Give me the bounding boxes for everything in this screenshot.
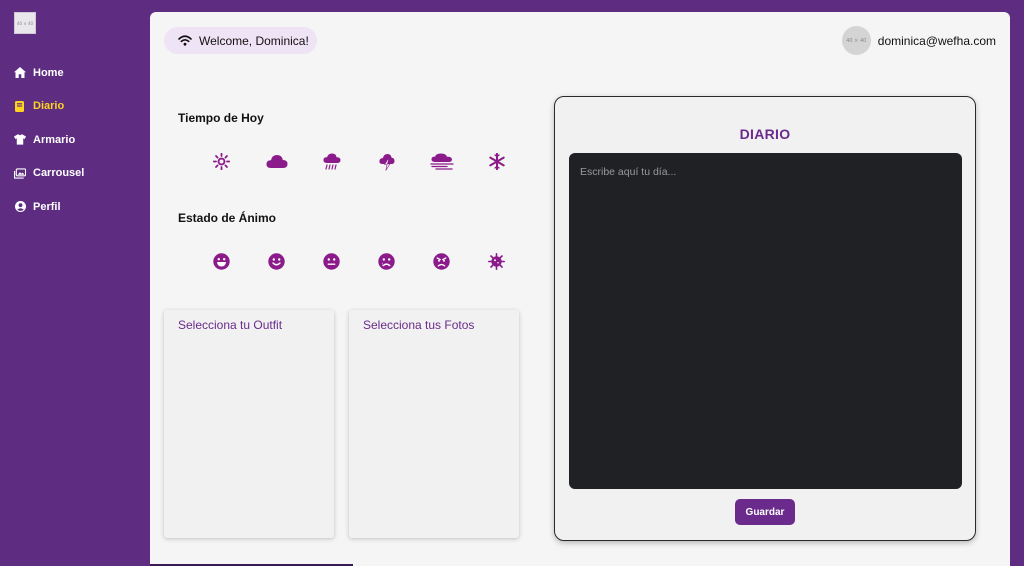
images-icon xyxy=(14,167,26,179)
user-circle-icon xyxy=(14,201,26,213)
laugh-icon[interactable] xyxy=(194,253,249,270)
mood-icons xyxy=(194,253,524,270)
virus-icon[interactable] xyxy=(469,253,524,270)
sad-icon[interactable] xyxy=(359,253,414,270)
sidebar-item-label: Armario xyxy=(33,133,76,146)
fog-icon[interactable] xyxy=(414,153,469,171)
outfit-card-title: Selecciona tu Outfit xyxy=(178,318,283,332)
home-icon xyxy=(14,67,26,79)
app-logo[interactable]: 40 × 40 xyxy=(14,12,36,34)
sidebar-nav: Home Diario Armario Carrousel Perfil xyxy=(14,56,84,224)
logo-placeholder-text: 40 × 40 xyxy=(16,20,34,26)
sidebar: 40 × 40 Home Diario Armario Carrousel Pe… xyxy=(0,0,150,566)
storm-icon[interactable] xyxy=(359,153,414,171)
welcome-text: Welcome, Dominica! xyxy=(199,33,309,48)
diary-textarea[interactable] xyxy=(569,153,962,489)
sidebar-item-label: Perfil xyxy=(33,200,61,213)
mood-title: Estado de Ánimo xyxy=(178,211,277,225)
sidebar-item-perfil[interactable]: Perfil xyxy=(14,190,84,224)
weather-icons xyxy=(194,153,524,171)
angry-icon[interactable] xyxy=(414,253,469,270)
sidebar-item-home[interactable]: Home xyxy=(14,56,84,90)
save-button[interactable]: Guardar xyxy=(735,499,795,525)
smile-icon[interactable] xyxy=(249,253,304,270)
diary-panel: DIARIO Guardar xyxy=(554,96,976,541)
outfit-card[interactable]: Selecciona tu Outfit xyxy=(164,310,334,538)
shirt-icon xyxy=(14,134,26,146)
sidebar-item-label: Diario xyxy=(33,100,65,113)
avatar-placeholder-text: 40 × 40 xyxy=(846,37,867,44)
book-icon xyxy=(14,100,26,112)
avatar[interactable]: 40 × 40 xyxy=(841,26,871,55)
main-panel: Welcome, Dominica! 40 × 40 dominica@wefh… xyxy=(150,12,1010,566)
neutral-icon[interactable] xyxy=(304,253,359,270)
wifi-icon xyxy=(178,35,192,46)
sidebar-item-carrousel[interactable]: Carrousel xyxy=(14,157,84,191)
sidebar-item-label: Home xyxy=(33,66,64,79)
photos-card[interactable]: Selecciona tus Fotos xyxy=(349,310,519,538)
diary-title: DIARIO xyxy=(739,126,791,142)
rain-icon[interactable] xyxy=(304,153,359,171)
sidebar-item-label: Carrousel xyxy=(33,167,85,180)
snowflake-icon[interactable] xyxy=(469,153,524,171)
sidebar-item-diario[interactable]: Diario xyxy=(14,90,84,124)
photos-card-title: Selecciona tus Fotos xyxy=(363,318,475,332)
user-menu[interactable]: 40 × 40 dominica@wefha.com xyxy=(841,26,996,55)
welcome-badge: Welcome, Dominica! xyxy=(164,27,317,54)
weather-title: Tiempo de Hoy xyxy=(178,111,264,125)
sun-icon[interactable] xyxy=(194,153,249,171)
cloud-icon[interactable] xyxy=(249,153,304,171)
user-email: dominica@wefha.com xyxy=(877,33,996,48)
sidebar-item-armario[interactable]: Armario xyxy=(14,123,84,157)
